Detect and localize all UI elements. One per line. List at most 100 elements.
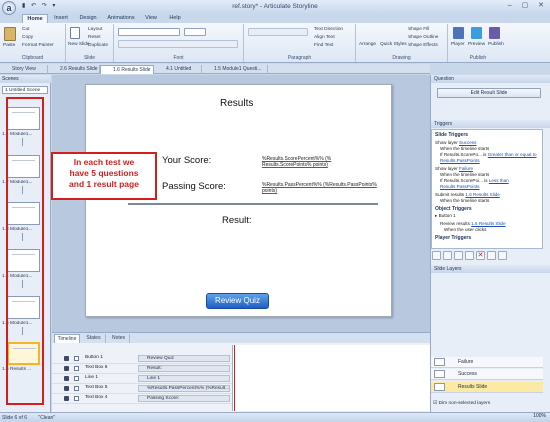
publish-button[interactable]: Publish — [488, 42, 504, 47]
timeline-bar[interactable]: Review Quiz — [138, 355, 230, 362]
shape-outline-button[interactable]: Shape Outline — [408, 35, 438, 40]
trigger-2[interactable]: Show layer Failure — [435, 166, 473, 171]
paste-trigger-button[interactable] — [465, 251, 474, 260]
clipboard-group-label: Clipboard — [21, 55, 44, 61]
shape-effects-button[interactable]: Shape Effects — [408, 43, 438, 48]
move-down-button[interactable] — [498, 251, 507, 260]
edit-result-slide-button[interactable]: Edit Result Slide — [437, 88, 541, 98]
paste-button[interactable]: Paste — [3, 43, 15, 48]
your-score-variable-line2[interactable]: Results.ScorePoints% points) — [262, 162, 328, 168]
new-slide-button[interactable]: New Slide — [68, 42, 90, 47]
timeline-bar[interactable]: %Results.PassPercent%% (%Result... — [138, 385, 230, 392]
timeline-bar[interactable]: Passing Score: — [138, 395, 230, 402]
find-text-button[interactable]: Find Text — [314, 43, 333, 48]
trigger-1[interactable]: Show layer Success — [435, 140, 476, 145]
shape-fill-button[interactable]: Shape Fill — [408, 27, 429, 32]
timeline-grid[interactable] — [232, 345, 430, 411]
player-button[interactable]: Player — [451, 42, 465, 47]
lock-checkbox[interactable] — [74, 396, 79, 401]
zoom-level[interactable]: 100% — [533, 413, 546, 419]
trigger-2-condition-value[interactable]: Results.PassPoints — [440, 184, 480, 189]
copy-button[interactable]: Copy — [22, 35, 33, 40]
preview-button[interactable]: Preview — [468, 42, 485, 47]
text-direction-button[interactable]: Text Direction — [314, 27, 343, 32]
trigger-2-condition[interactable]: If Results.ScorePoi... is Less than — [440, 178, 509, 183]
timeline-bar[interactable]: Line 1 — [138, 375, 230, 382]
tab-timeline[interactable]: Timeline — [54, 334, 80, 343]
lock-checkbox[interactable] — [74, 376, 79, 381]
timeline-row[interactable]: Text Box 5 %Results.PassPercent%% (%Resul… — [52, 384, 232, 394]
doc-tab-2-6-results[interactable]: 2.6 Results Slide — [48, 65, 100, 74]
timeline-row[interactable]: Line 1 Line 1 — [52, 374, 232, 384]
scene-select[interactable]: 1 Untitled Scene — [2, 86, 48, 94]
tab-states[interactable]: States — [82, 334, 106, 343]
review-quiz-button[interactable]: Review Quiz — [206, 293, 269, 309]
reset-button[interactable]: Reset — [88, 35, 101, 40]
timeline-row[interactable]: Text Box 4 Passing Score: — [52, 394, 232, 404]
duplicate-button[interactable]: Duplicate — [88, 43, 108, 48]
tab-design[interactable]: Design — [76, 14, 100, 23]
eye-icon[interactable] — [64, 356, 69, 361]
paragraph-toolbar[interactable] — [248, 28, 308, 36]
eye-icon[interactable] — [64, 396, 69, 401]
doc-tab-4-1-untitled[interactable]: 4.1 Untitled Slide — [154, 65, 202, 81]
lock-checkbox[interactable] — [74, 356, 79, 361]
trigger-4[interactable]: Review results 1.6 Results Slide — [440, 221, 506, 226]
trigger-1-condition-value[interactable]: Results.PassPoints — [440, 158, 480, 163]
window-title: ref.story* - Articulate Storyline — [232, 3, 318, 10]
cut-button[interactable]: Cut — [22, 27, 29, 32]
slide-divider-line[interactable] — [128, 203, 378, 205]
passing-score-variable-line2[interactable]: points) — [262, 188, 277, 194]
player-triggers-heading: Player Triggers — [435, 235, 472, 241]
tab-animations[interactable]: Animations — [104, 14, 138, 23]
eye-icon[interactable] — [64, 366, 69, 371]
font-family-select[interactable] — [118, 28, 180, 36]
copy-trigger-button[interactable] — [454, 251, 463, 260]
timeline-playhead[interactable] — [234, 345, 235, 411]
button-1-trigger-group[interactable]: ▸ Button 1 — [435, 213, 456, 219]
delete-trigger-icon[interactable]: ✕ — [476, 251, 485, 260]
preview-icon — [471, 27, 482, 39]
timeline-row[interactable]: Button 1 Review Quiz — [52, 354, 232, 364]
clipboard-group: Paste Cut Copy Format Painter Clipboard — [0, 24, 66, 62]
layer-results-slide[interactable]: Results Slide — [431, 382, 543, 393]
layer-success[interactable]: Success — [431, 369, 543, 380]
font-size-select[interactable] — [184, 28, 206, 36]
timeline-row[interactable]: Text Box 6 Result: — [52, 364, 232, 374]
dim-layers-option[interactable]: ☑ Dim non-selected layers — [433, 401, 490, 406]
layout-button[interactable]: Layout — [88, 27, 102, 32]
tab-help[interactable]: Help — [165, 14, 185, 23]
quick-styles-button[interactable]: Quick Styles — [380, 42, 407, 47]
trigger-3[interactable]: Submit results 1.6 Results Slide — [435, 192, 500, 197]
ribbon-tabs: Home Insert Design Animations View Help — [0, 14, 550, 23]
timeline-bar[interactable]: Result: — [138, 365, 230, 372]
doc-tab-1-5-module1[interactable]: 1.5 Module1 Questi... — [202, 65, 268, 74]
font-format-toolbar[interactable] — [118, 40, 238, 48]
tab-insert[interactable]: Insert — [50, 14, 72, 23]
passing-score-variable[interactable]: %Results.PassPercent%% (%Results.PassPoi… — [262, 182, 377, 188]
arrange-button[interactable]: Arrange — [359, 42, 376, 47]
passing-score-label[interactable]: Passing Score: — [162, 181, 226, 192]
tab-notes[interactable]: Notes — [108, 334, 130, 343]
new-trigger-button[interactable] — [432, 251, 441, 260]
window-controls[interactable]: ‒ ▢ ✕ — [508, 1, 548, 9]
annotation-highlight-box — [6, 97, 44, 405]
eye-icon[interactable] — [64, 376, 69, 381]
align-text-button[interactable]: Align Text — [314, 35, 335, 40]
tab-home[interactable]: Home — [22, 14, 48, 23]
your-score-label[interactable]: Your Score: — [162, 155, 211, 166]
slide-title[interactable]: Results — [220, 98, 253, 109]
edit-trigger-button[interactable] — [443, 251, 452, 260]
format-painter-button[interactable]: Format Painter — [22, 43, 54, 48]
eye-icon[interactable] — [64, 386, 69, 391]
layer-failure[interactable]: Failure — [431, 357, 543, 368]
lock-checkbox[interactable] — [74, 366, 79, 371]
result-label[interactable]: Result: — [222, 215, 252, 226]
tab-view[interactable]: View — [141, 14, 161, 23]
paragraph-group: Text Direction Align Text Find Text Para… — [244, 24, 356, 62]
doc-tab-1-6-results[interactable]: 1.6 Results Slide — [100, 65, 154, 74]
move-up-button[interactable] — [487, 251, 496, 260]
lock-checkbox[interactable] — [74, 386, 79, 391]
trigger-1-condition[interactable]: If Results.ScorePo... is Greater than or… — [440, 152, 537, 157]
doc-tab-story-view[interactable]: Story View — [0, 65, 48, 74]
